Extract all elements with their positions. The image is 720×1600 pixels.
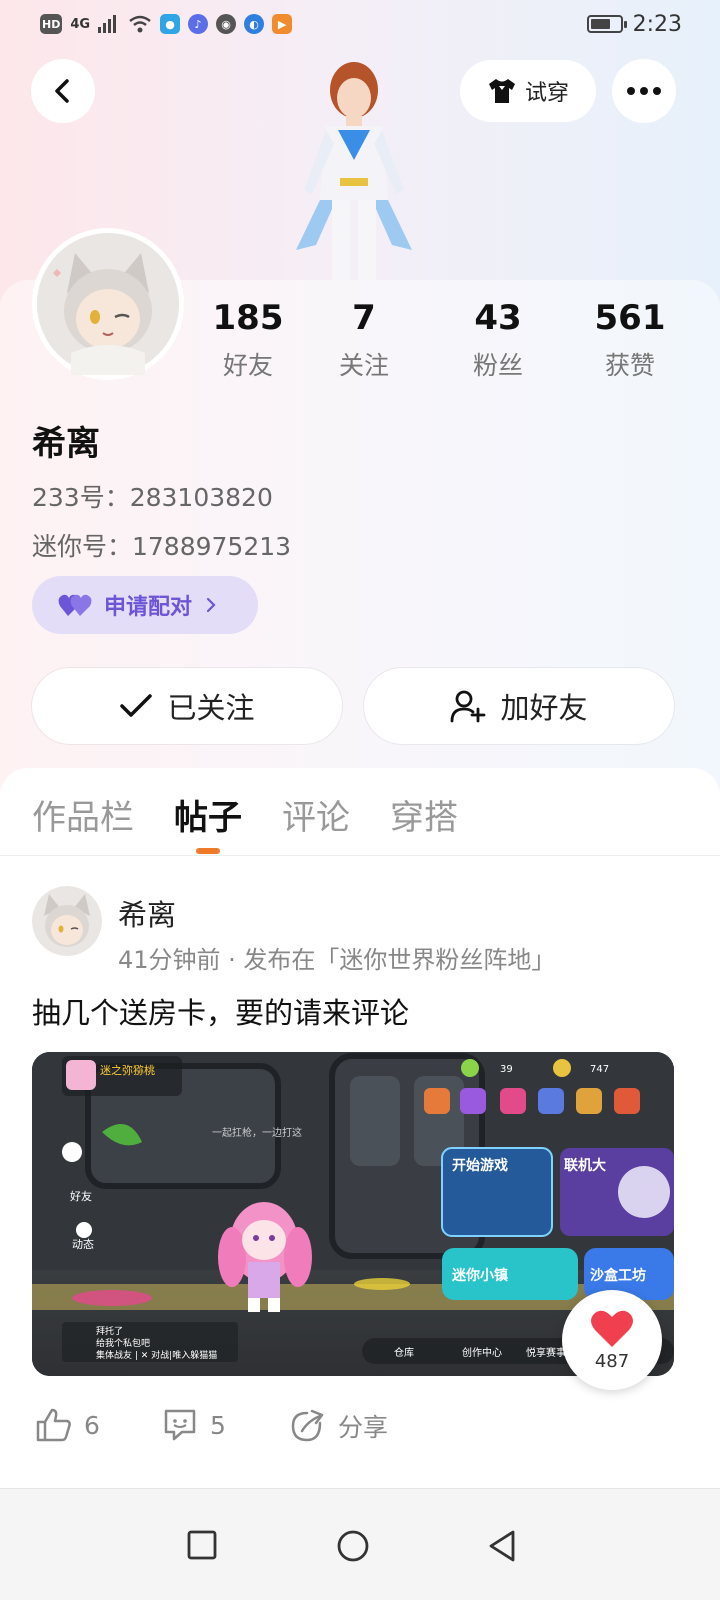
avatar[interactable]	[32, 228, 184, 380]
triangle-back-icon	[489, 1530, 515, 1562]
tab-outfits[interactable]: 穿搭	[390, 790, 458, 839]
game-dynamic-label: 动态	[72, 1238, 94, 1251]
game-friends-label: 好友	[70, 1189, 92, 1203]
home-button[interactable]	[336, 1529, 370, 1567]
circle-icon	[337, 1530, 369, 1562]
profile-stats: 185 好友 7 关注 43 粉丝 561 获赞	[190, 298, 710, 388]
music-notification-icon: ♪	[188, 14, 209, 34]
try-on-label: 试穿	[524, 81, 569, 106]
game-warehouse-label: 仓库	[394, 1346, 414, 1359]
app-notification-icon: ●	[160, 14, 181, 34]
post-share-label: 分享	[338, 1413, 389, 1442]
id-233: 233号：283103820	[32, 483, 273, 512]
stat-likes[interactable]: 561 获赞	[570, 298, 690, 382]
post-author-avatar[interactable]	[32, 886, 102, 956]
status-bar: HD 4G ● ♪ ◉ ◐ ▶ 2:23	[0, 0, 720, 48]
game-creation-label: 创作中心	[462, 1346, 502, 1359]
game-chat-3: 集体战友 | ✕ 对战|唯入躲猫猫	[96, 1349, 217, 1361]
tab-posts[interactable]: 帖子	[174, 790, 242, 839]
post-author-name[interactable]: 希离	[118, 892, 176, 934]
chevron-right-icon	[206, 597, 216, 613]
clock: 2:23	[632, 11, 682, 37]
game-minitown-label: 迷你小镇	[451, 1267, 508, 1284]
game-chat-2: 给我个私包吧	[96, 1337, 150, 1349]
followed-button[interactable]: 已关注	[32, 668, 342, 744]
recent-apps-button[interactable]	[186, 1529, 218, 1565]
signal-icon	[98, 15, 117, 33]
thumbs-up-icon	[36, 1408, 71, 1442]
heart-icon	[591, 1310, 633, 1347]
chevron-left-icon	[55, 79, 69, 103]
wifi-icon	[129, 15, 151, 33]
stat-fans[interactable]: 43 粉丝	[438, 298, 558, 382]
avatar-character-figure	[296, 62, 412, 280]
back-nav-button[interactable]	[486, 1529, 518, 1567]
game-sandbox-label: 沙盒工坊	[590, 1267, 646, 1284]
video-notification-icon: ▶	[272, 14, 293, 34]
stat-friends[interactable]: 185 好友	[188, 298, 308, 382]
add-friend-button[interactable]: 加好友	[364, 668, 674, 744]
browser-notification-icon: ◐	[244, 14, 265, 34]
battery-icon	[586, 15, 627, 33]
pair-request-button[interactable]: 申请配对	[32, 576, 258, 634]
post-share-button[interactable]: 分享	[290, 1408, 388, 1444]
like-float-button[interactable]: 487	[562, 1290, 662, 1390]
post-comment-count: 5	[210, 1410, 226, 1440]
share-icon	[291, 1409, 324, 1442]
double-heart-icon	[58, 594, 92, 616]
add-user-icon	[451, 690, 486, 723]
profile-name: 希离	[32, 424, 100, 464]
tshirt-icon	[488, 79, 515, 103]
game-events-label: 悦享赛事	[526, 1346, 566, 1359]
more-dots-icon	[627, 87, 661, 95]
try-on-button[interactable]: 试穿	[460, 60, 596, 122]
game-online-label: 联机大	[564, 1157, 606, 1174]
system-nav-bar	[0, 1488, 720, 1600]
post-text: 抽几个送房卡，要的请来评论	[32, 996, 410, 1030]
check-icon	[120, 694, 153, 717]
content-panel: 作品栏 帖子 评论 穿搭 希离 41分钟前 · 发布在「迷你世界粉丝阵地」 抽几…	[0, 768, 720, 1488]
hd-indicator: HD	[40, 14, 63, 34]
pair-label: 申请配对	[104, 595, 193, 620]
post-like-button[interactable]: 6	[36, 1408, 100, 1442]
game-coins-1: 39	[500, 1064, 513, 1075]
like-float-count: 487	[594, 1350, 630, 1372]
post-avatar-image	[32, 886, 102, 956]
comment-icon	[164, 1409, 196, 1441]
game-start-label: 开始游戏	[452, 1157, 508, 1174]
tab-indicator	[196, 848, 220, 854]
signal-type: 4G	[70, 16, 91, 32]
post-meta: 41分钟前 · 发布在「迷你世界粉丝阵地」	[118, 946, 556, 974]
more-button[interactable]	[612, 59, 676, 123]
game-chat-1: 拜托了	[96, 1325, 123, 1337]
mini-id: 迷你号：1788975213	[32, 532, 292, 561]
post-comment-button[interactable]: 5	[162, 1408, 226, 1442]
back-button[interactable]	[31, 59, 95, 123]
tab-works[interactable]: 作品栏	[32, 790, 134, 839]
post-like-count: 6	[84, 1410, 100, 1440]
game-player-name: 迷之弥猕桃	[100, 1063, 155, 1077]
profile-avatar-image	[37, 233, 179, 375]
wechat-notification-icon: ◉	[216, 14, 237, 34]
profile-tabs: 作品栏 帖子 评论 穿搭	[0, 768, 720, 856]
post-actions: 6 5 分享	[32, 1408, 692, 1456]
add-friend-label: 加好友	[500, 691, 588, 725]
stat-following[interactable]: 7 关注	[304, 298, 424, 382]
game-coins-2: 747	[590, 1064, 609, 1075]
game-banner-text: 一起扛枪，一边打这	[212, 1126, 302, 1139]
tab-comments[interactable]: 评论	[282, 790, 350, 839]
square-icon	[187, 1530, 217, 1560]
followed-label: 已关注	[167, 691, 255, 725]
